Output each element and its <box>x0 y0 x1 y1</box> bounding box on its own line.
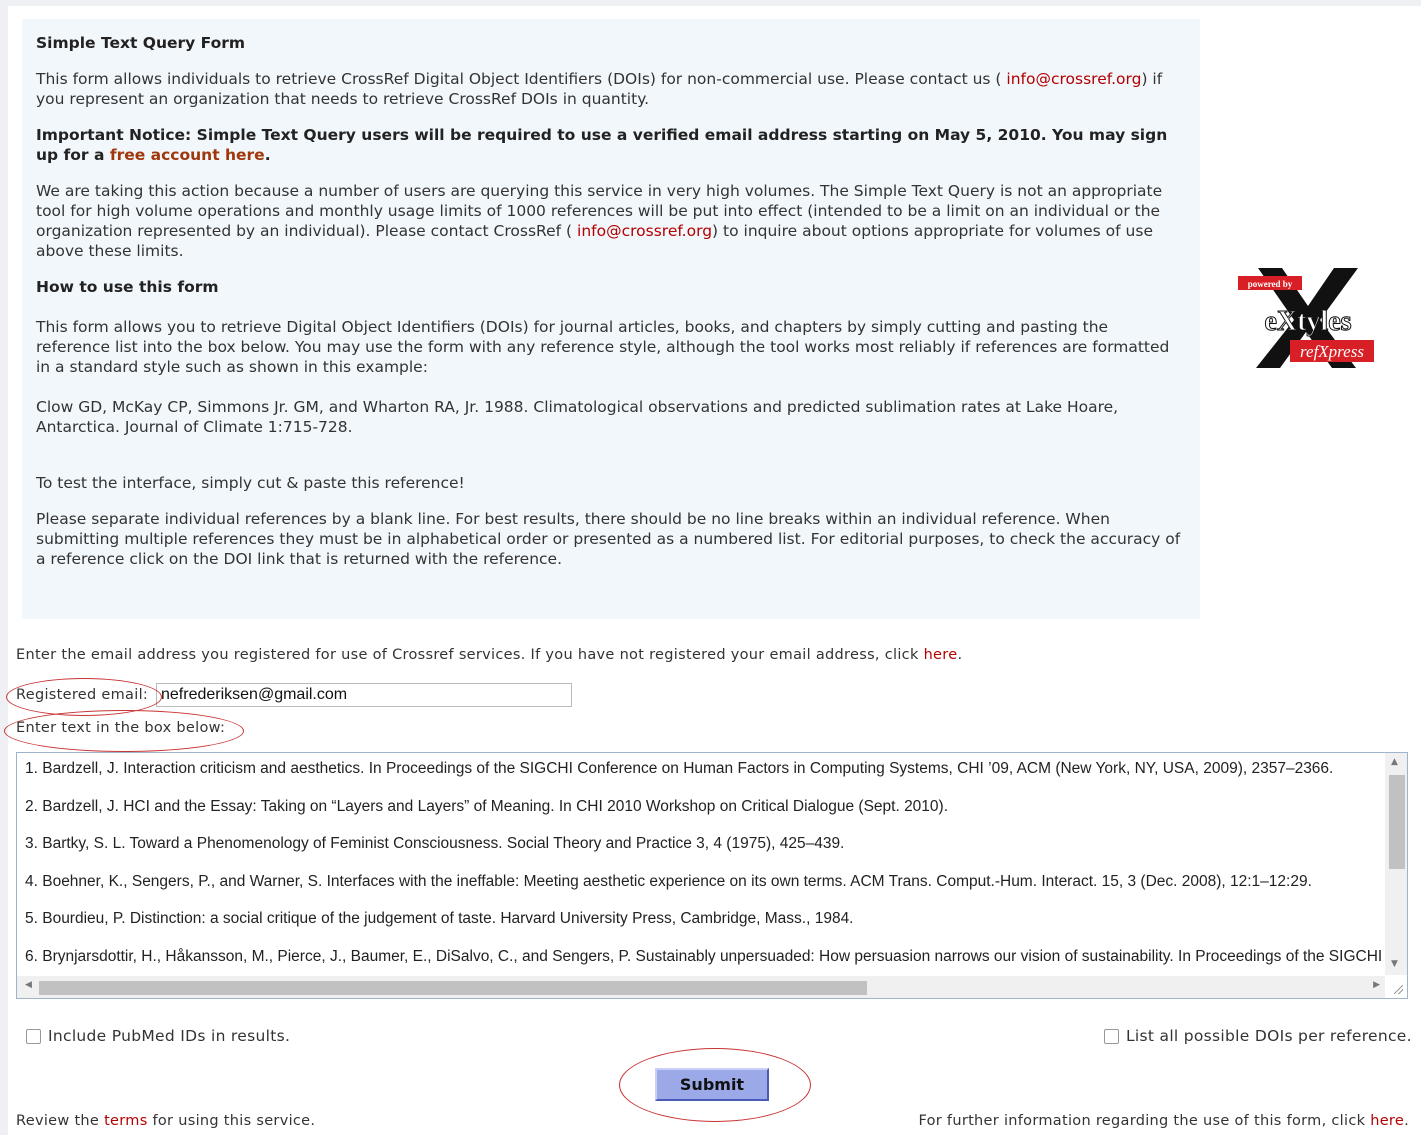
howto-title: How to use this form <box>36 278 219 296</box>
terms-footer: Review the terms for using this service. <box>16 1113 315 1129</box>
pubmed-checkbox[interactable] <box>26 1028 41 1044</box>
form-title: Simple Text Query Form <box>36 34 246 52</box>
horizontal-scroll-thumb[interactable] <box>39 981 867 995</box>
all-dois-checkbox[interactable] <box>1104 1028 1119 1044</box>
info-here-link[interactable]: here <box>1370 1113 1404 1129</box>
reference-textarea[interactable]: 1. Bardzell, J. Interaction criticism an… <box>16 752 1408 999</box>
info-footer-end: . <box>1404 1113 1409 1129</box>
reference-line: 2. Bardzell, J. HCI and the Essay: Takin… <box>25 797 949 815</box>
test-instruction: To test the interface, simply cut & past… <box>36 474 465 492</box>
all-dois-label: List all possible DOIs per reference. <box>1126 1027 1412 1045</box>
reference-line: 3. Bartky, S. L. Toward a Phenomenology … <box>25 835 845 852</box>
pubmed-label: Include PubMed IDs in results. <box>48 1027 291 1045</box>
reference-list: 1. Bardzell, J. Interaction criticism an… <box>25 759 1385 984</box>
action-paragraph: We are taking this action because a numb… <box>36 181 1186 261</box>
reference-line: 4. Boehner, K., Sengers, P., and Warner,… <box>25 872 1312 890</box>
horizontal-scrollbar[interactable]: ◀ ▶ <box>17 976 1386 998</box>
pubmed-option[interactable]: Include PubMed IDs in results. <box>26 1027 290 1045</box>
info-content: Simple Text Query Form This form allows … <box>36 33 1186 585</box>
terms-text: Review the <box>16 1113 105 1129</box>
vertical-scroll-thumb[interactable] <box>1389 775 1405 869</box>
free-account-link[interactable]: free account here <box>110 146 265 164</box>
contact-email-link[interactable]: info@crossref.org <box>1006 70 1141 88</box>
reference-line: 1. Bardzell, J. Interaction criticism an… <box>25 760 1334 777</box>
crossref-email-link[interactable]: info@crossref.org <box>577 222 712 240</box>
extyles-refxpress-logo: powered by eXtyles refXpress <box>1238 268 1374 368</box>
register-here-link[interactable]: here <box>924 647 958 663</box>
info-footer-text: For further information regarding the us… <box>918 1113 1371 1129</box>
window-top-edge <box>0 0 1421 6</box>
scroll-right-icon[interactable]: ▶ <box>1373 980 1380 990</box>
submit-button[interactable]: Submit <box>655 1068 769 1101</box>
separate-instruction: Please separate individual references by… <box>36 510 1181 568</box>
logo-tag: powered by <box>1248 279 1293 289</box>
intro-paragraph: This form allows individuals to retrieve… <box>36 69 1186 109</box>
email-field[interactable] <box>156 683 572 707</box>
register-text-end: . <box>957 647 963 663</box>
logo-brand: eXtyles <box>1264 306 1351 337</box>
window-left-edge <box>0 0 8 1135</box>
scroll-left-icon[interactable]: ◀ <box>25 980 32 990</box>
terms-text-end: for using this service. <box>147 1113 316 1129</box>
reference-line: 5. Bourdieu, P. Distinction: a social cr… <box>25 910 854 927</box>
register-text: Enter the email address you registered f… <box>16 647 924 663</box>
terms-link[interactable]: terms <box>104 1113 148 1129</box>
resize-handle-icon[interactable] <box>1385 976 1407 998</box>
important-notice: Important Notice: Simple Text Query user… <box>36 125 1186 165</box>
notice-text-end: . <box>264 146 271 164</box>
vertical-scrollbar[interactable]: ▲ ▼ <box>1385 753 1407 975</box>
info-footer: For further information regarding the us… <box>918 1113 1409 1129</box>
scroll-up-icon[interactable]: ▲ <box>1391 757 1398 767</box>
example-reference: Clow GD, McKay CP, Simmons Jr. GM, and W… <box>36 398 1119 436</box>
howto-paragraph: This form allows you to retrieve Digital… <box>36 318 1170 376</box>
textbox-label: Enter text in the box below: <box>16 720 226 736</box>
registration-instruction: Enter the email address you registered f… <box>16 647 962 663</box>
intro-text: This form allows individuals to retrieve… <box>36 70 1007 88</box>
scroll-down-icon[interactable]: ▼ <box>1391 959 1398 969</box>
email-label: Registered email: <box>16 687 149 703</box>
all-dois-option[interactable]: List all possible DOIs per reference. <box>1104 1027 1412 1045</box>
info-panel: Simple Text Query Form This form allows … <box>22 19 1200 619</box>
logo-product: refXpress <box>1300 342 1364 361</box>
